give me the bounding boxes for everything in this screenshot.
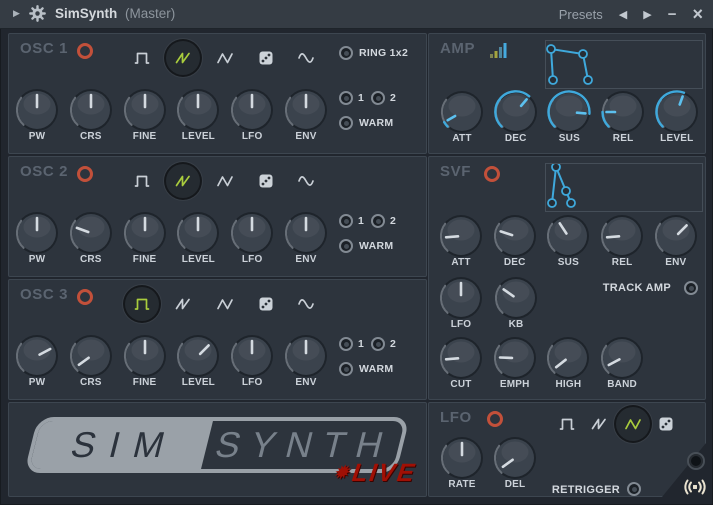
knob-label: LFO [222, 377, 282, 388]
titlebar-controls: Presets ◀ ▶ − × [559, 0, 703, 28]
knob-high[interactable]: HIGH [545, 335, 591, 395]
knob-label: SUS [539, 133, 599, 144]
osc2-panel: OSC 2 1 2 WARM PWCRSFINELEVELLFOENV [8, 156, 427, 277]
knob-level[interactable]: LEVEL [654, 89, 700, 149]
knob-label: FINE [115, 377, 175, 388]
knob-sus[interactable]: SUS [546, 89, 592, 149]
knob-rel[interactable]: REL [600, 89, 646, 149]
preset-prev-button[interactable]: ◀ [619, 8, 627, 21]
knob-label: ENV [276, 131, 336, 142]
knob-pw[interactable]: PW [14, 87, 60, 147]
broadcast-icon[interactable] [682, 476, 708, 503]
logo-panel: SIM SYNTH ✹LIVE [8, 402, 427, 497]
minimize-button[interactable]: − [668, 6, 677, 23]
lfo-retrigger-radio[interactable] [627, 482, 641, 496]
knob-label: PW [7, 377, 67, 388]
knob-lfo[interactable]: LFO [229, 333, 275, 393]
knob-cut[interactable]: CUT [438, 335, 484, 395]
osc3-knobs: PWCRSFINELEVELLFOENV [9, 280, 426, 399]
knob-env[interactable]: ENV [283, 333, 329, 393]
knob-band[interactable]: BAND [599, 335, 645, 395]
knob-label: EMPH [485, 379, 545, 390]
knob-label: HIGH [538, 379, 598, 390]
knob-label: BAND [592, 379, 652, 390]
knob-lfo[interactable]: LFO [229, 210, 275, 270]
knob-crs[interactable]: CRS [68, 87, 114, 147]
knob-level[interactable]: LEVEL [175, 210, 221, 270]
osc1-panel: OSC 1 RING 1x2 1 2 WARM PWCRSFINELEVELLF… [8, 33, 427, 154]
knob-label: ENV [276, 377, 336, 388]
knob-lfo[interactable]: LFO [229, 87, 275, 147]
knob-dec[interactable]: DEC [493, 89, 539, 149]
lfo-knobs: RATEDEL [429, 403, 705, 496]
knob-fine[interactable]: FINE [122, 210, 168, 270]
knob-label: LEVEL [168, 254, 228, 265]
plugin-menu-arrow-icon[interactable]: ▶ [13, 8, 20, 19]
amp-knobs: ATTDECSUSRELLEVEL [429, 34, 705, 153]
knob-crs[interactable]: CRS [68, 333, 114, 393]
knob-label: CUT [431, 379, 491, 390]
knob-label: REL [593, 133, 653, 144]
knob-del[interactable]: DEL [492, 435, 538, 495]
knob-env[interactable]: ENV [283, 210, 329, 270]
knob-crs[interactable]: CRS [68, 210, 114, 270]
knob-label: PW [7, 131, 67, 142]
knob-label: CRS [61, 131, 121, 142]
window-title-context: (Master) [125, 0, 175, 28]
knob-label: LEVEL [168, 377, 228, 388]
close-button[interactable]: × [692, 5, 703, 23]
knob-label: LFO [222, 254, 282, 265]
knob-label: FINE [115, 254, 175, 265]
svf-filter-knobs: CUTEMPHHIGHBAND [429, 157, 705, 399]
knob-label: ENV [276, 254, 336, 265]
osc1-knobs: PWCRSFINELEVELLFOENV [9, 34, 426, 153]
knob-label: DEL [485, 479, 545, 490]
knob-emph[interactable]: EMPH [492, 335, 538, 395]
osc3-panel: OSC 3 1 2 WARM PWCRSFINELEVELLFOENV [8, 279, 427, 400]
amp-panel: AMP ATTDECSUSRELLEVEL [428, 33, 706, 154]
knob-label: ATT [432, 133, 492, 144]
knob-label: LEVEL [647, 133, 707, 144]
knob-label: LFO [222, 131, 282, 142]
simsynth-window: ▶ SimSynth (Master) Presets [0, 0, 713, 505]
knob-level[interactable]: LEVEL [175, 333, 221, 393]
knob-label: RATE [432, 479, 492, 490]
swirl-icon: ✹ [333, 463, 352, 482]
presets-button[interactable]: Presets [559, 7, 603, 22]
lfo-retrigger-label: RETRIGGER [552, 484, 620, 496]
knob-pw[interactable]: PW [14, 210, 60, 270]
knob-att[interactable]: ATT [439, 89, 485, 149]
preset-next-button[interactable]: ▶ [643, 8, 651, 21]
knob-label: LEVEL [168, 131, 228, 142]
logo-sim-segment: SIM [29, 421, 213, 469]
svf-panel: SVF ATTDECSUSRELENV TRACK AMP LFOKB CUTE… [428, 156, 706, 400]
knob-pw[interactable]: PW [14, 333, 60, 393]
gear-icon[interactable] [29, 5, 46, 27]
knob-label: FINE [115, 131, 175, 142]
knob-rate[interactable]: RATE [439, 435, 485, 495]
knob-fine[interactable]: FINE [122, 333, 168, 393]
window-title: SimSynth [55, 0, 117, 28]
osc2-knobs: PWCRSFINELEVELLFOENV [9, 157, 426, 276]
knob-label: CRS [61, 377, 121, 388]
titlebar: ▶ SimSynth (Master) Presets [0, 0, 713, 29]
knob-label: PW [7, 254, 67, 265]
knob-env[interactable]: ENV [283, 87, 329, 147]
knob-level[interactable]: LEVEL [175, 87, 221, 147]
knob-label: DEC [486, 133, 546, 144]
knob-fine[interactable]: FINE [122, 87, 168, 147]
corner-led-button[interactable] [687, 452, 705, 470]
lfo-panel: LFO RATEDEL RETRIGGER [428, 402, 706, 497]
knob-label: CRS [61, 254, 121, 265]
live-badge: ✹LIVE [332, 459, 418, 488]
